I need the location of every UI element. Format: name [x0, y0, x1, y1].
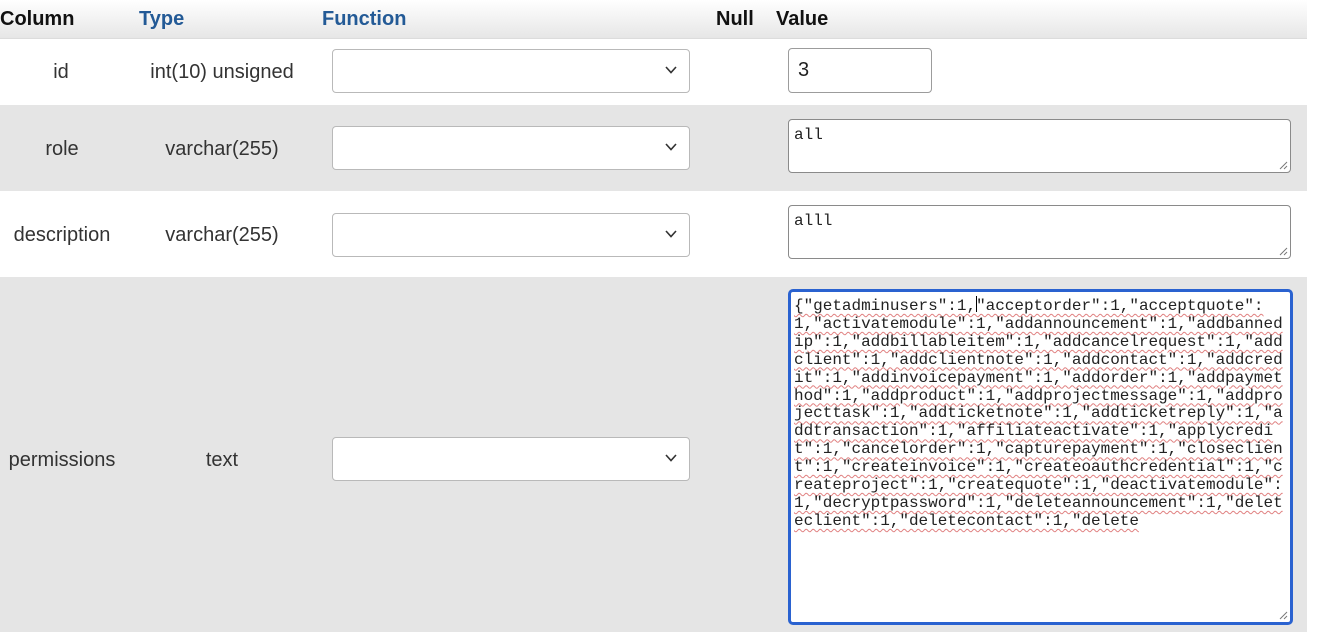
- column-name: id: [53, 61, 69, 83]
- resize-grip-icon[interactable]: [1278, 160, 1288, 170]
- table-row-description: description varchar(255) alll: [0, 191, 1307, 277]
- value-text-before-caret: {"getadminusers":1,: [794, 297, 977, 315]
- chevron-down-icon: [665, 454, 677, 462]
- column-type: varchar(255): [165, 138, 279, 160]
- column-name: description: [13, 224, 111, 246]
- table-row-id: id int(10) unsigned: [0, 39, 1307, 105]
- table-header: Column Type Function Null Value: [0, 0, 1307, 39]
- column-type: varchar(255): [165, 224, 279, 246]
- value-text: alll: [794, 212, 833, 230]
- value-text-after-caret: "acceptorder":1,"acceptquote":1,"activat…: [794, 297, 1283, 530]
- value-textarea-description[interactable]: alll: [788, 205, 1291, 259]
- function-select[interactable]: [332, 49, 690, 93]
- column-type: int(10) unsigned: [150, 61, 294, 83]
- value-text: {"getadminusers":1,"acceptorder":1,"acce…: [794, 296, 1287, 531]
- function-select[interactable]: [332, 437, 690, 481]
- column-type: text: [205, 449, 239, 471]
- value-textarea-role[interactable]: all: [788, 119, 1291, 173]
- chevron-down-icon: [665, 230, 677, 238]
- value-input-id[interactable]: [788, 48, 932, 93]
- chevron-down-icon: [665, 66, 677, 74]
- function-select[interactable]: [332, 213, 690, 257]
- value-text: all: [794, 126, 823, 144]
- insert-edit-form: Column Type Function Null Value id int(1…: [0, 0, 1320, 632]
- chevron-down-icon: [665, 143, 677, 151]
- table-row-permissions: permissions text {"getadminusers":1,"acc…: [0, 277, 1307, 632]
- function-select[interactable]: [332, 126, 690, 170]
- column-name: permissions: [8, 449, 116, 471]
- header-value: Value: [776, 8, 829, 30]
- resize-grip-icon[interactable]: [1278, 246, 1288, 256]
- header-type[interactable]: Type: [139, 8, 184, 31]
- column-name: role: [45, 138, 79, 160]
- resize-grip-icon[interactable]: [1278, 610, 1288, 620]
- value-textarea-permissions[interactable]: {"getadminusers":1,"acceptorder":1,"acce…: [788, 289, 1293, 625]
- header-null: Null: [716, 8, 754, 30]
- header-column: Column: [0, 8, 75, 30]
- table-row-role: role varchar(255) all: [0, 105, 1307, 191]
- header-function[interactable]: Function: [322, 8, 406, 31]
